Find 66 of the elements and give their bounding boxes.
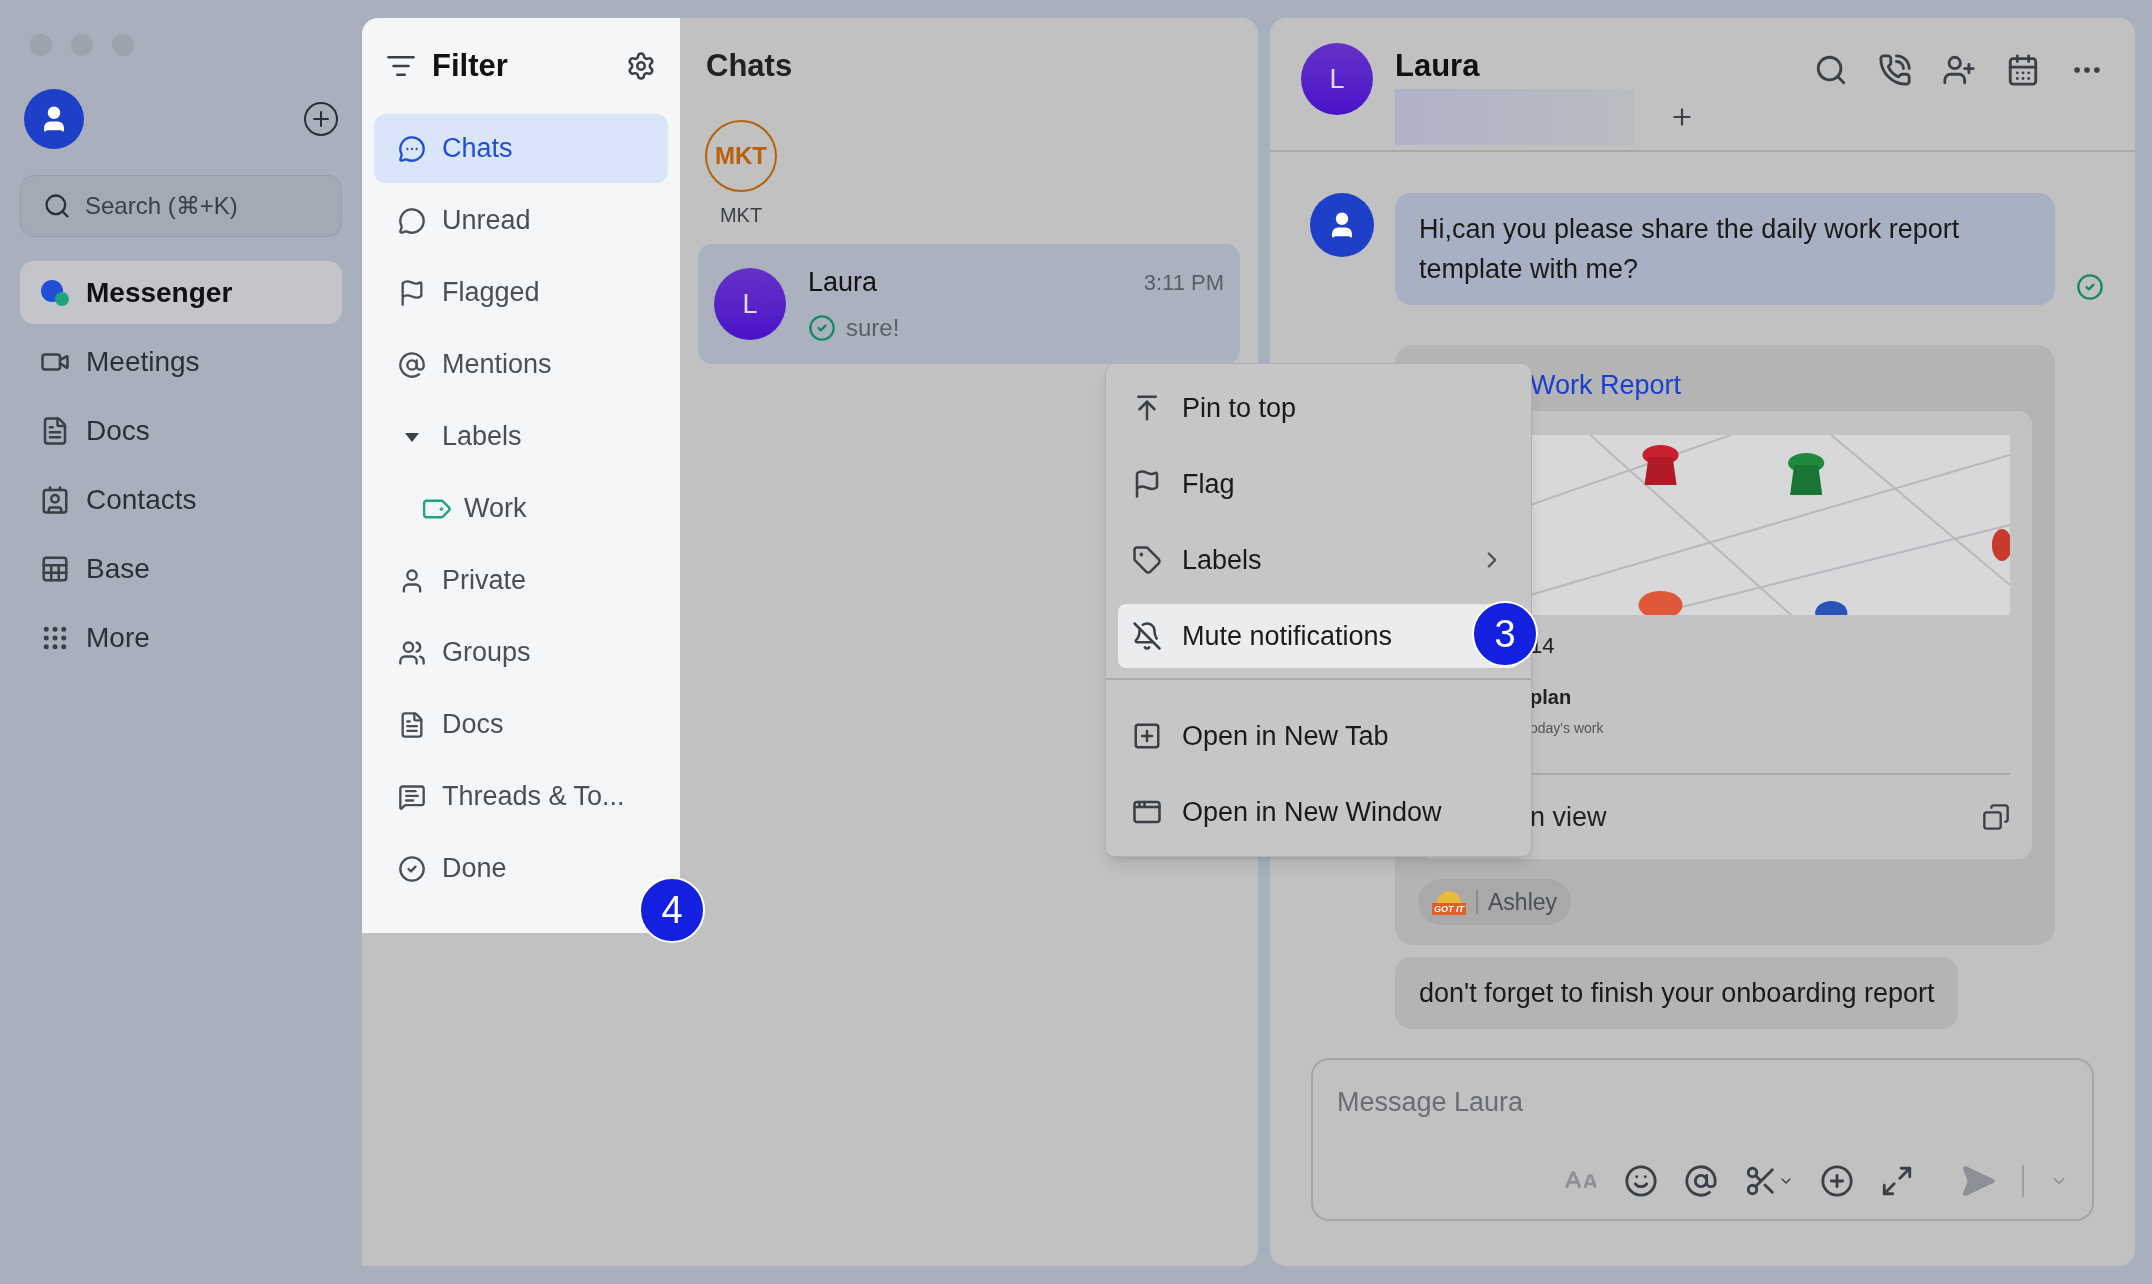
- check-circle-icon: [398, 854, 426, 883]
- new-tab-icon: [1132, 721, 1162, 751]
- chat-row[interactable]: L Laura 3:11 PM sure!: [698, 244, 1240, 364]
- at-sign-icon: [398, 350, 426, 379]
- filter-item[interactable]: Docs: [374, 690, 668, 759]
- menu-item[interactable]: Flag: [1118, 452, 1519, 516]
- filter-item[interactable]: Work: [374, 474, 668, 543]
- emoji-icon[interactable]: [1624, 1164, 1658, 1198]
- calendar-icon[interactable]: [2006, 53, 2040, 87]
- nav-item[interactable]: Docs: [20, 399, 342, 462]
- at-sign-icon[interactable]: [1684, 1164, 1718, 1198]
- chat-bubble-icon: [398, 134, 426, 163]
- nav-item[interactable]: Base: [20, 537, 342, 600]
- people-icon: [398, 638, 426, 667]
- phone-icon[interactable]: [1878, 53, 1912, 87]
- panel-title: Chats: [706, 46, 793, 85]
- avatar: L: [1301, 43, 1373, 115]
- nav-item[interactable]: Contacts: [20, 468, 342, 531]
- copy-icon[interactable]: [1982, 803, 2010, 831]
- reaction-pill[interactable]: GOT IT Ashley: [1418, 879, 1572, 925]
- settings-icon[interactable]: [626, 51, 656, 81]
- panel-title: Filter: [432, 46, 508, 85]
- contact-icon: [40, 484, 70, 515]
- filter-item[interactable]: Groups: [374, 618, 668, 687]
- message-bubble: don't forget to finish your onboarding report: [1395, 957, 1959, 1029]
- thread-icon: [398, 782, 426, 811]
- avatar[interactable]: [24, 89, 84, 149]
- tag-icon: [1132, 545, 1162, 575]
- card-link[interactable]: n view: [1530, 796, 1607, 838]
- card-text: oday's work: [1530, 719, 1605, 738]
- avatar: L: [714, 268, 786, 340]
- sticker-text: GOT IT: [1432, 903, 1466, 915]
- filter-item[interactable]: Flagged: [374, 258, 668, 327]
- unread-bubble-icon: [398, 206, 426, 235]
- menu-item[interactable]: Pin to top: [1118, 376, 1519, 440]
- search-icon: [43, 192, 71, 220]
- menu-item[interactable]: Labels: [1118, 528, 1519, 592]
- search-field[interactable]: Search (⌘+K): [20, 175, 342, 237]
- chat-name: Laura: [808, 265, 878, 299]
- nav-item[interactable]: Meetings: [20, 330, 342, 393]
- add-icon[interactable]: [304, 102, 338, 136]
- chat-preview: sure!: [846, 313, 900, 344]
- filter-item[interactable]: Mentions: [374, 330, 668, 399]
- add-person-icon[interactable]: [1942, 53, 1976, 87]
- chat-time: 3:11 PM: [1143, 268, 1224, 297]
- bell-off-icon: [1132, 621, 1162, 651]
- menu-item[interactable]: Open in New Window: [1118, 780, 1519, 844]
- message-bubble: Hi,can you please share the daily work report template with me?: [1395, 193, 2055, 305]
- expand-icon[interactable]: [1880, 1164, 1914, 1198]
- filter-item[interactable]: Threads & To...: [374, 762, 668, 831]
- reaction-name: Ashley: [1488, 887, 1558, 917]
- add-icon[interactable]: [1820, 1164, 1854, 1198]
- filter-item[interactable]: Chats: [374, 114, 668, 183]
- search-icon[interactable]: [1814, 53, 1848, 87]
- filter-item[interactable]: Labels: [374, 402, 668, 471]
- filter-item[interactable]: Private: [374, 546, 668, 615]
- filter-item[interactable]: Unread: [374, 186, 668, 255]
- input-placeholder: Message Laura: [1337, 1086, 1525, 1119]
- contact-name: Laura: [1395, 47, 1481, 85]
- search-placeholder: Search (⌘+K): [85, 191, 238, 221]
- group-name: MKT: [719, 203, 763, 228]
- menu-item[interactable]: Open in New Tab: [1118, 704, 1519, 768]
- messenger-icon: [40, 277, 70, 308]
- card-title[interactable]: Work Report: [1530, 364, 1682, 405]
- nav-item[interactable]: More: [20, 606, 342, 669]
- nav-item[interactable]: Messenger: [20, 261, 342, 324]
